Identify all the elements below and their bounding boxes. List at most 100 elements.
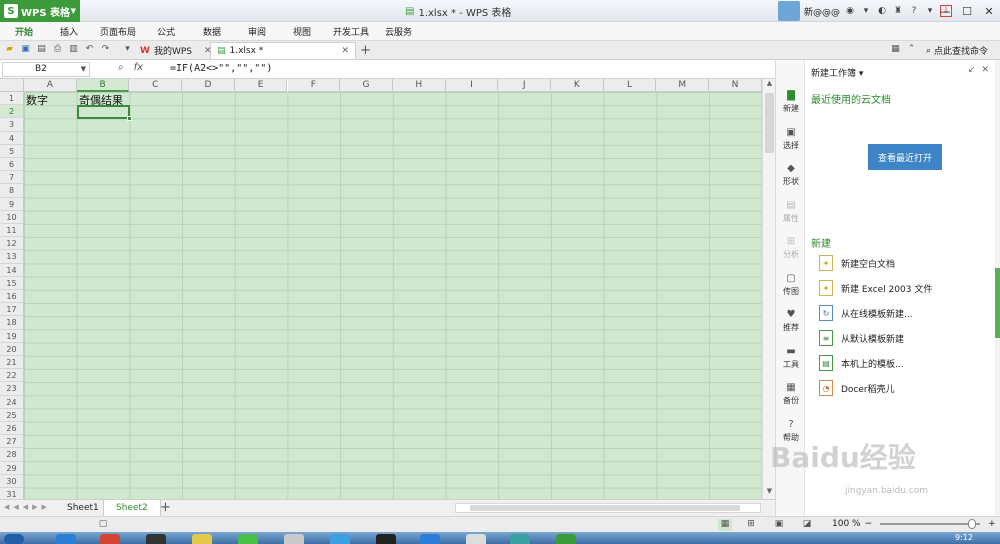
avatar[interactable]: [778, 1, 800, 21]
horizontal-scrollbar[interactable]: [455, 503, 761, 513]
menu-data[interactable]: 数据: [203, 25, 221, 38]
new-option-item[interactable]: ↻ 从在线模板新建...: [819, 305, 913, 321]
close-button[interactable]: ✕: [978, 0, 1000, 22]
cell-A1[interactable]: 数字: [26, 92, 48, 108]
side-item-analysis[interactable]: ⊞ 分析: [776, 236, 806, 260]
task-pane-title[interactable]: 新建工作簿 ▾: [811, 66, 863, 79]
row-header-30[interactable]: 30: [0, 474, 24, 488]
row-header-2[interactable]: 2: [0, 105, 24, 119]
help-icon[interactable]: ?: [908, 5, 920, 17]
eye-protection-icon[interactable]: ◪: [800, 519, 814, 531]
menu-home[interactable]: 开始: [15, 25, 33, 38]
row-header-20[interactable]: 20: [0, 342, 24, 356]
row-header-17[interactable]: 17: [0, 303, 24, 317]
formula-input[interactable]: =IF(A2<>"","",""): [170, 63, 272, 74]
row-header-16[interactable]: 16: [0, 290, 24, 304]
page-break-view-icon[interactable]: ⊞: [744, 519, 758, 531]
menu-page-layout[interactable]: 页面布局: [100, 25, 136, 38]
name-box[interactable]: B2 ▼: [2, 62, 90, 77]
row-header-5[interactable]: 5: [0, 144, 24, 158]
skin-icon[interactable]: ◐: [876, 5, 888, 17]
zoom-out-icon[interactable]: −: [865, 519, 873, 529]
side-item-shape[interactable]: ◆ 形状: [776, 163, 806, 187]
cell-area[interactable]: 数字 奇偶结果: [24, 92, 762, 499]
app-icon[interactable]: [146, 534, 166, 544]
app-icon[interactable]: [376, 534, 396, 544]
print-icon[interactable]: ⎙: [52, 44, 63, 55]
fill-handle[interactable]: [127, 116, 132, 121]
print-preview-icon[interactable]: ▥: [68, 44, 79, 55]
scroll-thumb[interactable]: [765, 93, 774, 153]
app-icon[interactable]: [330, 534, 350, 544]
row-header-28[interactable]: 28: [0, 448, 24, 462]
save-icon[interactable]: ▣: [20, 44, 31, 55]
start-icon[interactable]: [4, 534, 24, 544]
app-icon[interactable]: [56, 534, 76, 544]
row-header-19[interactable]: 19: [0, 329, 24, 343]
zoom-level[interactable]: 100 %: [832, 519, 861, 529]
row-header-21[interactable]: 21: [0, 356, 24, 370]
column-header-l[interactable]: L: [603, 79, 657, 92]
column-header-h[interactable]: H: [392, 79, 446, 92]
new-option-item[interactable]: ✦ 新建 Excel 2003 文件: [819, 280, 932, 296]
row-header-8[interactable]: 8: [0, 184, 24, 198]
column-header-j[interactable]: J: [498, 79, 551, 92]
row-header-31[interactable]: 31: [0, 488, 24, 499]
reading-mode-icon[interactable]: ▣: [772, 519, 786, 531]
app-icon[interactable]: [100, 534, 120, 544]
app-icon[interactable]: [556, 534, 576, 544]
row-header-3[interactable]: 3: [0, 118, 24, 132]
app-icon[interactable]: [510, 534, 530, 544]
row-header-10[interactable]: 10: [0, 210, 24, 224]
user-name[interactable]: 新@@@: [804, 5, 840, 18]
new-option-item[interactable]: ◔ Docer稻壳儿: [819, 380, 895, 396]
command-search[interactable]: ⌕ 点此查找命令: [926, 44, 988, 58]
side-item-toolbox[interactable]: ▬ 工具: [776, 346, 806, 370]
row-header-26[interactable]: 26: [0, 422, 24, 436]
menu-view[interactable]: 视图: [293, 25, 311, 38]
menu-insert[interactable]: 插入: [60, 25, 78, 38]
zoom-knob[interactable]: [968, 519, 977, 529]
side-item-property[interactable]: ▤ 属性: [776, 200, 806, 224]
column-header-e[interactable]: E: [234, 79, 288, 92]
menu-review[interactable]: 审阅: [248, 25, 266, 38]
row-header-12[interactable]: 12: [0, 237, 24, 251]
row-header-22[interactable]: 22: [0, 369, 24, 383]
menu-developer[interactable]: 开发工具: [333, 25, 369, 38]
app-icon[interactable]: [238, 534, 258, 544]
column-header-n[interactable]: N: [709, 79, 762, 92]
fx-icon[interactable]: fx: [134, 62, 143, 73]
close-icon[interactable]: ✕: [981, 65, 989, 75]
column-header-c[interactable]: C: [129, 79, 183, 92]
pin-icon[interactable]: ↙: [968, 65, 976, 75]
app-icon[interactable]: [192, 534, 212, 544]
chevron-down-icon[interactable]: ▾: [122, 44, 133, 55]
add-sheet-button[interactable]: +: [160, 500, 171, 515]
wps-app-menu-button[interactable]: S WPS 表格 ▼: [0, 0, 80, 22]
row-header-23[interactable]: 23: [0, 382, 24, 396]
sheet-tab-sheet2[interactable]: Sheet2: [103, 500, 161, 516]
zoom-slider[interactable]: [880, 519, 981, 529]
column-header-b[interactable]: B: [76, 79, 130, 92]
side-item-new-doc[interactable]: ▇ 新建: [776, 90, 806, 114]
pane-collapse-tab[interactable]: [995, 268, 1000, 338]
column-header-k[interactable]: K: [551, 79, 604, 92]
tab-my-wps[interactable]: W 我的WPS ✕: [134, 42, 218, 59]
chevron-down-icon[interactable]: ▾: [860, 5, 872, 17]
row-header-13[interactable]: 13: [0, 250, 24, 264]
column-header-a[interactable]: A: [24, 79, 77, 92]
app-icon[interactable]: [284, 534, 304, 544]
column-header-d[interactable]: D: [182, 79, 235, 92]
row-header-14[interactable]: 14: [0, 263, 24, 277]
column-header-g[interactable]: G: [340, 79, 393, 92]
row-header-6[interactable]: 6: [0, 158, 24, 172]
row-header-29[interactable]: 29: [0, 461, 24, 475]
undo-icon[interactable]: ↶: [84, 44, 95, 55]
new-option-item[interactable]: ✦ 新建空白文档: [819, 255, 895, 271]
zoom-in-icon[interactable]: +: [988, 519, 996, 529]
row-header-27[interactable]: 27: [0, 435, 24, 449]
column-header-m[interactable]: M: [656, 79, 710, 92]
side-item-recommend[interactable]: ♥ 推荐: [776, 309, 806, 333]
app-icon[interactable]: [420, 534, 440, 544]
close-icon[interactable]: ✕: [341, 46, 349, 56]
